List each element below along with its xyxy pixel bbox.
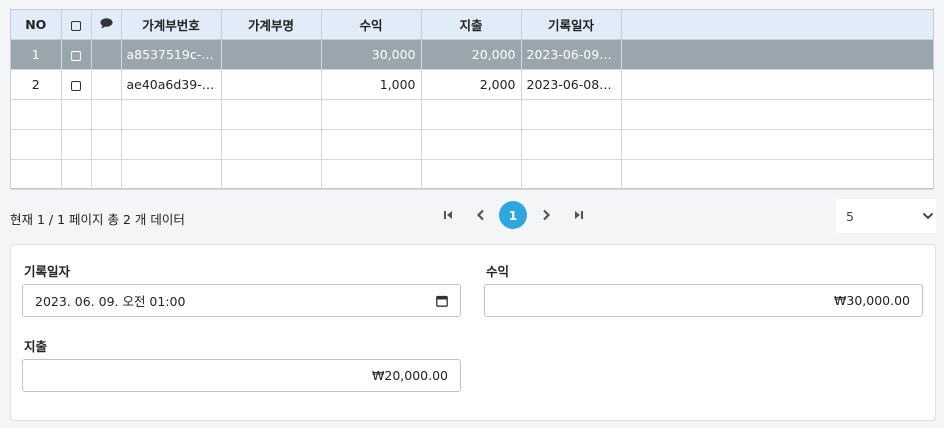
chevron-down-icon [922, 212, 934, 220]
next-page-button[interactable] [529, 201, 562, 229]
prev-page-icon [476, 209, 484, 221]
cell-account-id: ae40a6d39-7... [121, 69, 222, 100]
header-filler [621, 10, 933, 40]
cell-no: 2 [11, 69, 62, 100]
table-row[interactable]: 2 ae40a6d39-7... 1,000 2,000 2023-06-08 … [11, 69, 933, 100]
checkbox-icon[interactable] [71, 50, 81, 61]
expense-field[interactable]: ₩20,000.00 [22, 359, 461, 392]
income-label: 수익 [486, 264, 510, 279]
header-select-all-checkbox[interactable] [61, 10, 92, 40]
income-field[interactable]: ₩30,000.00 [484, 284, 923, 317]
cell-comment [91, 39, 122, 70]
calendar-icon[interactable] [436, 295, 448, 307]
cell-expense: 2,000 [421, 69, 522, 100]
header-no[interactable]: NO [11, 10, 62, 40]
cell-account-name [221, 69, 322, 100]
table-row[interactable]: 1 a8537519c-3... 30,000 20,000 2023-06-0… [11, 39, 933, 70]
empty-row [11, 129, 933, 160]
empty-row [11, 159, 933, 190]
cell-reg-date: 2023-06-08 (... [521, 69, 622, 100]
cell-account-id: a8537519c-3... [121, 39, 222, 70]
detail-form: 기록일자 2023. 06. 09. 오전 01:00 수익 ₩30,000.0… [10, 244, 936, 421]
comment-icon [100, 18, 112, 29]
last-page-button[interactable] [562, 201, 595, 229]
header-reg-date[interactable]: 기록일자 [521, 10, 622, 40]
header-comment [91, 10, 122, 40]
header-income[interactable]: 수익 [321, 10, 422, 40]
prev-page-button[interactable] [464, 201, 497, 229]
last-page-icon [574, 211, 583, 219]
expense-label: 지출 [24, 339, 48, 354]
page-size-select[interactable]: 5 [836, 199, 936, 233]
page-size-value: 5 [846, 208, 854, 224]
row-checkbox[interactable] [61, 69, 92, 100]
cell-filler [621, 69, 933, 100]
first-page-button[interactable] [431, 201, 464, 229]
cell-account-name [221, 39, 322, 70]
first-page-icon [443, 211, 452, 219]
income-value: ₩30,000.00 [834, 293, 910, 308]
cell-filler [621, 39, 933, 70]
header-account-name[interactable]: 가계부명 [221, 10, 322, 40]
empty-row [11, 99, 933, 130]
cell-reg-date: 2023-06-09 (... [521, 39, 622, 70]
cell-income: 30,000 [321, 39, 422, 70]
header-account-id[interactable]: 가계부번호 [121, 10, 222, 40]
expense-value: ₩20,000.00 [372, 368, 448, 383]
cell-income: 1,000 [321, 69, 422, 100]
page-status: 현재 1 / 1 페이지 총 2 개 데이터 [10, 212, 185, 227]
reg-date-field[interactable]: 2023. 06. 09. 오전 01:00 [22, 284, 461, 317]
data-grid: NO 가계부번호 가계부명 수익 지출 기록일자 1 a8537519c-3..… [10, 9, 934, 190]
reg-date-label: 기록일자 [24, 264, 71, 279]
cell-expense: 20,000 [421, 39, 522, 70]
page-1-button[interactable]: 1 [499, 201, 527, 229]
cell-no: 1 [11, 39, 62, 70]
checkbox-icon[interactable] [71, 20, 81, 31]
next-page-icon [542, 209, 550, 221]
pagination: 1 [431, 201, 595, 229]
grid-header-row: NO 가계부번호 가계부명 수익 지출 기록일자 [11, 10, 933, 40]
row-checkbox[interactable] [61, 39, 92, 70]
header-expense[interactable]: 지출 [421, 10, 522, 40]
reg-date-value: 2023. 06. 09. 오전 01:00 [35, 294, 186, 309]
cell-comment [91, 69, 122, 100]
checkbox-icon[interactable] [71, 80, 81, 91]
